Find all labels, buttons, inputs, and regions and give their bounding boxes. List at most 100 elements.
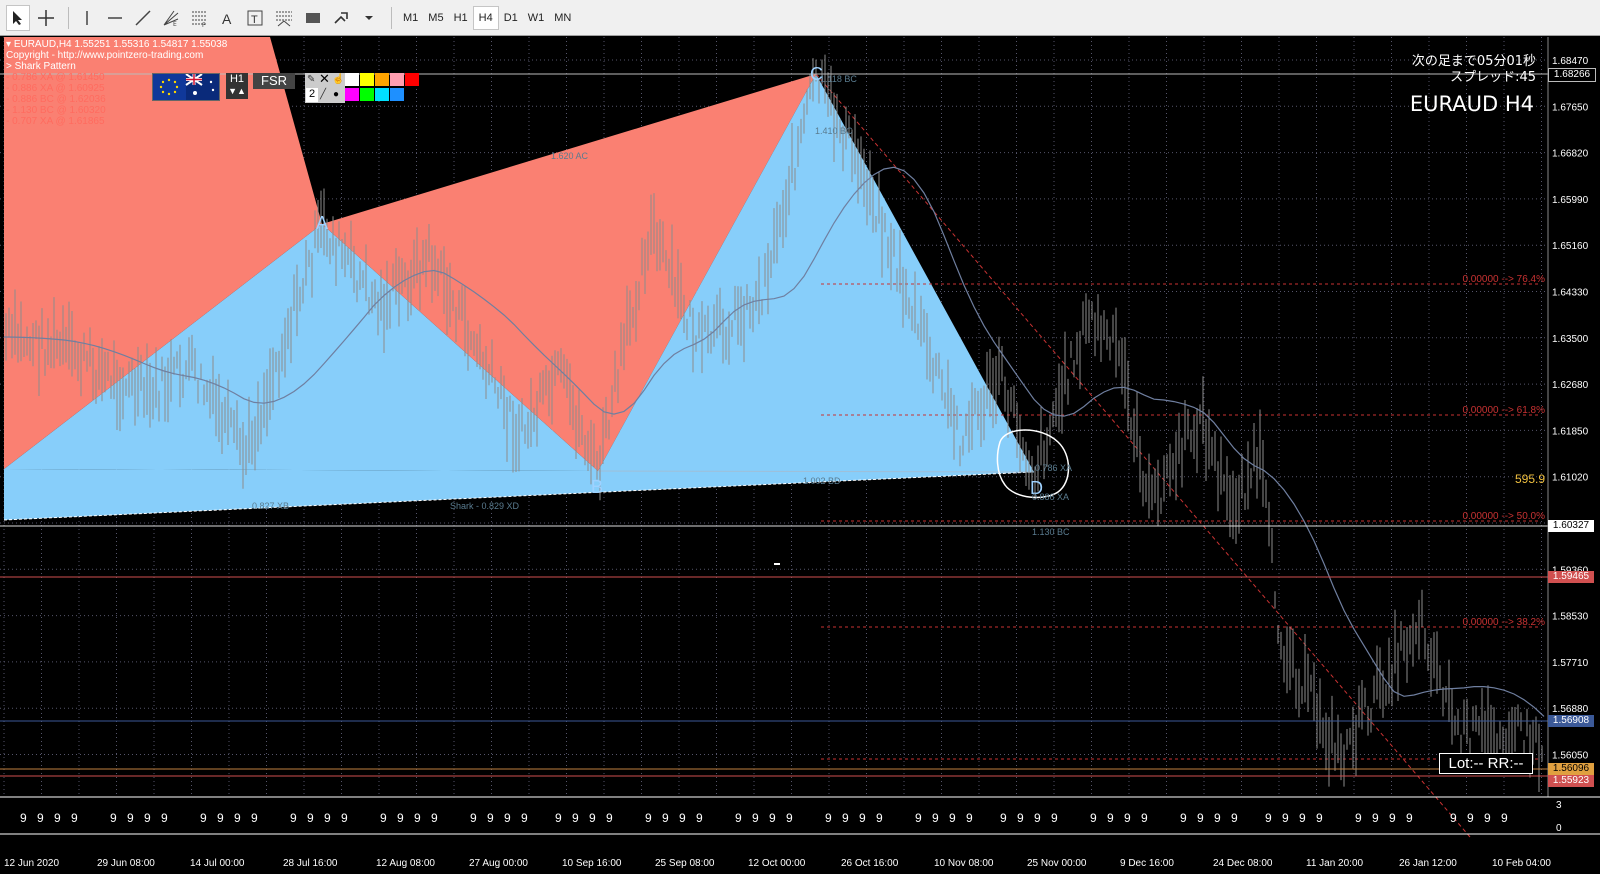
cursor-icon[interactable] [6,4,30,31]
indicator-value: 9 [735,811,742,825]
ratio-label-bc-1410: 1.410 BC [815,126,853,136]
color-swatch[interactable] [345,88,359,101]
indicator-value: 9 [144,811,151,825]
time-axis-label: 10 Nov 08:00 [934,858,994,869]
indicator-value: 9 [341,811,348,825]
time-axis-label: 10 Sep 16:00 [562,858,622,869]
indicator-value: 9 [1000,811,1007,825]
rectangle-icon[interactable] [301,5,325,31]
indicator-value: 9 [1124,811,1131,825]
point-label-a: A [316,213,328,233]
horizontal-line-icon[interactable] [103,5,127,31]
ratio-label-ac: 1.620 AC [551,151,589,161]
color-swatch[interactable] [360,73,374,86]
price-axis-label: 1.66820 [1552,149,1589,160]
copyright-text: Copyright - http://www.pointzero-trading… [6,50,204,61]
fib-label-618: 0.00000 --> 61.8% [1462,405,1545,416]
up-down-arrows-icon[interactable]: ▼▲ [226,85,248,97]
time-axis-label: 10 Feb 04:00 [1492,858,1551,869]
color-swatch[interactable] [345,73,359,86]
indicator-value: 9 [1265,811,1272,825]
time-axis-label: 25 Nov 00:00 [1027,858,1087,869]
indicator-value: 9 [1107,811,1114,825]
close-icon[interactable]: ✕ [319,72,331,85]
indicator-value: 9 [915,811,922,825]
fibo-icon[interactable]: F [187,5,211,31]
arrows-icon[interactable] [329,5,353,31]
timeframe-badge[interactable]: H1 ▼▲ [226,73,248,99]
price-axis-label: 1.63500 [1552,334,1589,345]
price-chart[interactable]: A B C D 1.620 AC 1.118 BC 1.410 BC 0.827… [0,37,1600,870]
indicator-scale-top: 3 [1556,800,1562,811]
indicator-value: 9 [752,811,759,825]
symbol-title: EURAUD H4 [1409,92,1534,116]
indicator-value: 9 [645,811,652,825]
indicator-value: 9 [932,811,939,825]
indicator-value: 9 [1467,811,1474,825]
color-swatch[interactable] [405,73,419,86]
indicator-value: 9 [786,811,793,825]
price-tag-mid: 1.60327 [1548,520,1594,532]
ratio-label-xb: 0.827 XB [252,501,289,511]
toolbar-separator [68,6,69,29]
dropdown-arrow-icon[interactable] [357,5,381,31]
crosshair-icon[interactable] [34,5,58,31]
lot-rr-box[interactable]: Lot:-- RR:-- [1439,753,1533,774]
ratio-label-xd: Shark - 0.829 XD [450,501,520,511]
dot-icon[interactable]: ● [333,89,343,101]
color-swatch[interactable] [390,88,404,101]
timeframe-mn[interactable]: MN [549,6,576,30]
spread-text: スプレッド:45 [1450,70,1536,85]
time-axis-label: 26 Jan 12:00 [1399,858,1457,869]
indicator-value: 9 [37,811,44,825]
indicator-value: 9 [234,811,241,825]
indicator-value: 9 [1484,811,1491,825]
time-axis-label: 28 Jul 16:00 [283,858,338,869]
point-label-b: B [591,477,603,497]
price-tag-red1: 1.59465 [1548,571,1594,583]
chart-toolbar: E F A T M1 M5 H1 H4 D1 W1 MN [0,0,1600,36]
indicator-value: 9 [414,811,421,825]
line-width-value[interactable]: 2 [306,88,318,102]
pattern-lower-band-fill [4,469,1034,520]
color-swatch[interactable] [375,88,389,101]
timeframe-h4[interactable]: H4 [472,5,499,30]
timeframe-w1[interactable]: W1 [523,6,550,30]
price-axis-label: 1.61020 [1552,473,1589,484]
currency-flags-icon[interactable] [152,73,220,101]
toolbar-separator [391,6,392,29]
timeframe-m1[interactable]: M1 [398,6,423,30]
ratio-label-bd: 1.002 BD [803,476,841,486]
fsr-button[interactable]: FSR [253,73,295,89]
indicator-value: 9 [949,811,956,825]
indicator-value: 9 [1282,811,1289,825]
indicator-value: 9 [606,811,613,825]
indicator-value: 9 [1197,811,1204,825]
text-label-icon[interactable]: T [243,5,267,31]
pencil-icon[interactable]: ✎ [307,74,319,86]
trendline-icon[interactable] [131,5,155,31]
timeframe-h1[interactable]: H1 [449,6,473,30]
collapse-arrow-icon[interactable]: ▾ [6,39,11,50]
fibo-fan-icon[interactable] [271,5,297,31]
indicator-value: 9 [589,811,596,825]
color-palette [345,73,420,103]
indicator-value: 9 [572,811,579,825]
gann-icon[interactable]: E [159,5,183,31]
time-axis-label: 25 Sep 08:00 [655,858,715,869]
timeframe-d1[interactable]: D1 [499,6,523,30]
color-swatch[interactable] [375,73,389,86]
color-swatch[interactable] [390,73,404,86]
time-axis-label: 12 Aug 08:00 [376,858,435,869]
price-axis-label: 1.68470 [1552,56,1589,67]
indicator-value: 9 [110,811,117,825]
line-style-icon[interactable]: ╱ [320,89,330,101]
text-icon[interactable]: A [215,5,239,31]
price-axis-label: 1.58530 [1552,612,1589,623]
vertical-line-icon[interactable] [75,5,99,31]
color-swatch[interactable] [360,88,374,101]
chart-window[interactable]: A B C D 1.620 AC 1.118 BC 1.410 BC 0.827… [0,37,1600,870]
indicator-value: 9 [54,811,61,825]
timeframe-m5[interactable]: M5 [423,6,448,30]
hand-icon[interactable]: ☝ [332,74,344,86]
